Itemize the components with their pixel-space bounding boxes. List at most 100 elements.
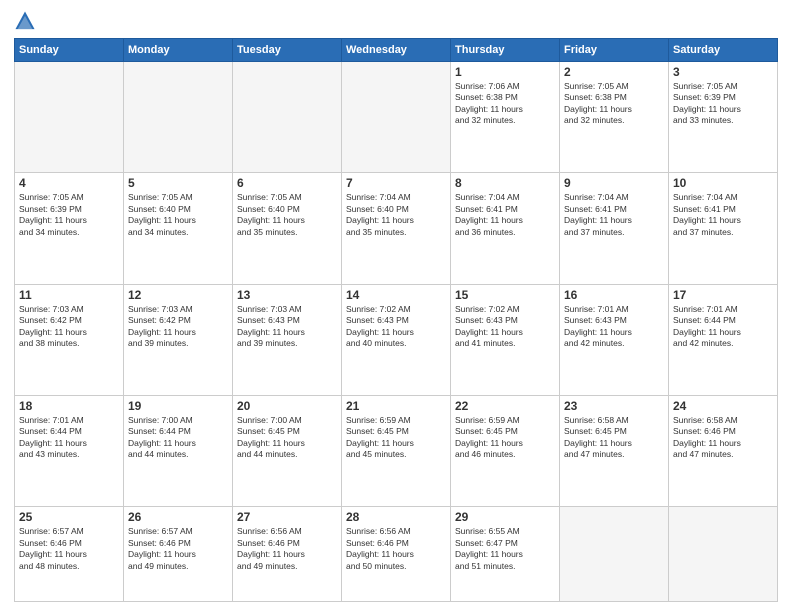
calendar-cell: 15Sunrise: 7:02 AM Sunset: 6:43 PM Dayli… [451,284,560,395]
cell-date: 8 [455,176,555,190]
calendar-cell: 19 Sunrise: 7:00 AM Sunset: 6:44 PM Dayli… [124,395,233,506]
calendar-cell [124,62,233,173]
calendar-day-header: Wednesday [342,39,451,62]
calendar-cell: 12 Sunrise: 7:03 AM Sunset: 6:42 PM Dayli… [124,284,233,395]
logo [14,10,40,32]
calendar-day-header: Thursday [451,39,560,62]
cell-date: 26 [128,510,228,524]
cell-info: Sunrise: 7:01 AM Sunset: 6:44 PM Dayligh… [19,415,119,461]
cell-info: Sunrise: 7:05 AM Sunset: 6:39 PM Dayligh… [19,192,119,238]
calendar-cell: 9 Sunrise: 7:04 AM Sunset: 6:41 PM Daylig… [560,173,669,284]
cell-date: 9 [564,176,664,190]
calendar-week-row: 11 Sunrise: 7:03 AM Sunset: 6:42 PM Dayli… [15,284,778,395]
calendar-cell: 26 Sunrise: 6:57 AM Sunset: 6:46 PM Dayli… [124,507,233,602]
calendar-week-row: 18 Sunrise: 7:01 AM Sunset: 6:44 PM Dayli… [15,395,778,506]
calendar-week-row: 4 Sunrise: 7:05 AM Sunset: 6:39 PM Daylig… [15,173,778,284]
calendar-cell: 13Sunrise: 7:03 AM Sunset: 6:43 PM Dayli… [233,284,342,395]
cell-info: Sunrise: 7:04 AM Sunset: 6:41 PM Dayligh… [564,192,664,238]
cell-info: Sunrise: 6:58 AM Sunset: 6:46 PM Dayligh… [673,415,773,461]
cell-info: Sunrise: 7:00 AM Sunset: 6:44 PM Dayligh… [128,415,228,461]
cell-date: 1 [455,65,555,79]
calendar-table: SundayMondayTuesdayWednesdayThursdayFrid… [14,38,778,602]
cell-date: 6 [237,176,337,190]
calendar-cell: 28 Sunrise: 6:56 AM Sunset: 6:46 PM Dayli… [342,507,451,602]
cell-date: 27 [237,510,337,524]
calendar-cell: 8Sunrise: 7:04 AM Sunset: 6:41 PM Daylig… [451,173,560,284]
cell-date: 16 [564,288,664,302]
page: SundayMondayTuesdayWednesdayThursdayFrid… [0,0,792,612]
calendar-cell: 18 Sunrise: 7:01 AM Sunset: 6:44 PM Dayli… [15,395,124,506]
cell-date: 4 [19,176,119,190]
calendar-day-header: Sunday [15,39,124,62]
calendar-cell: 11 Sunrise: 7:03 AM Sunset: 6:42 PM Dayli… [15,284,124,395]
calendar-cell: 20 Sunrise: 7:00 AM Sunset: 6:45 PM Dayli… [233,395,342,506]
cell-info: Sunrise: 7:05 AM Sunset: 6:38 PM Dayligh… [564,81,664,127]
cell-date: 28 [346,510,446,524]
cell-date: 21 [346,399,446,413]
cell-info: Sunrise: 7:02 AM Sunset: 6:43 PM Dayligh… [455,304,555,350]
cell-info: Sunrise: 6:55 AM Sunset: 6:47 PM Dayligh… [455,526,555,572]
calendar-cell: 29 Sunrise: 6:55 AM Sunset: 6:47 PM Dayli… [451,507,560,602]
cell-info: Sunrise: 7:03 AM Sunset: 6:42 PM Dayligh… [128,304,228,350]
calendar-cell: 16Sunrise: 7:01 AM Sunset: 6:43 PM Dayli… [560,284,669,395]
calendar-cell: 27 Sunrise: 6:56 AM Sunset: 6:46 PM Dayli… [233,507,342,602]
cell-info: Sunrise: 7:02 AM Sunset: 6:43 PM Dayligh… [346,304,446,350]
calendar-cell: 17 Sunrise: 7:01 AM Sunset: 6:44 PM Dayli… [669,284,778,395]
cell-info: Sunrise: 6:56 AM Sunset: 6:46 PM Dayligh… [237,526,337,572]
calendar-cell: 14 Sunrise: 7:02 AM Sunset: 6:43 PM Dayli… [342,284,451,395]
calendar-cell: 2 Sunrise: 7:05 AM Sunset: 6:38 PM Daylig… [560,62,669,173]
cell-date: 7 [346,176,446,190]
calendar-cell [233,62,342,173]
cell-info: Sunrise: 7:05 AM Sunset: 6:40 PM Dayligh… [237,192,337,238]
cell-info: Sunrise: 7:05 AM Sunset: 6:40 PM Dayligh… [128,192,228,238]
cell-date: 12 [128,288,228,302]
calendar-cell [15,62,124,173]
calendar-week-row: 25 Sunrise: 6:57 AM Sunset: 6:46 PM Dayli… [15,507,778,602]
calendar-week-row: 1 Sunrise: 7:06 AM Sunset: 6:38 PM Daylig… [15,62,778,173]
calendar-cell: 3Sunrise: 7:05 AM Sunset: 6:39 PM Daylig… [669,62,778,173]
calendar-cell: 1 Sunrise: 7:06 AM Sunset: 6:38 PM Daylig… [451,62,560,173]
calendar-cell [342,62,451,173]
cell-date: 25 [19,510,119,524]
cell-date: 10 [673,176,773,190]
cell-info: Sunrise: 6:57 AM Sunset: 6:46 PM Dayligh… [19,526,119,572]
cell-info: Sunrise: 7:00 AM Sunset: 6:45 PM Dayligh… [237,415,337,461]
cell-info: Sunrise: 7:03 AM Sunset: 6:42 PM Dayligh… [19,304,119,350]
calendar-cell: 6 Sunrise: 7:05 AM Sunset: 6:40 PM Daylig… [233,173,342,284]
logo-icon [14,10,36,32]
cell-date: 11 [19,288,119,302]
cell-date: 19 [128,399,228,413]
calendar-header-row: SundayMondayTuesdayWednesdayThursdayFrid… [15,39,778,62]
calendar-day-header: Monday [124,39,233,62]
calendar-day-header: Friday [560,39,669,62]
calendar-cell: 5 Sunrise: 7:05 AM Sunset: 6:40 PM Daylig… [124,173,233,284]
calendar-day-header: Saturday [669,39,778,62]
cell-info: Sunrise: 7:05 AM Sunset: 6:39 PM Dayligh… [673,81,773,127]
cell-date: 23 [564,399,664,413]
cell-date: 2 [564,65,664,79]
calendar-cell: 24 Sunrise: 6:58 AM Sunset: 6:46 PM Dayli… [669,395,778,506]
cell-info: Sunrise: 7:04 AM Sunset: 6:41 PM Dayligh… [673,192,773,238]
calendar-cell: 23 Sunrise: 6:58 AM Sunset: 6:45 PM Dayli… [560,395,669,506]
cell-date: 5 [128,176,228,190]
calendar-cell: 7 Sunrise: 7:04 AM Sunset: 6:40 PM Daylig… [342,173,451,284]
calendar-cell: 25 Sunrise: 6:57 AM Sunset: 6:46 PM Dayli… [15,507,124,602]
cell-date: 29 [455,510,555,524]
calendar-cell: 4 Sunrise: 7:05 AM Sunset: 6:39 PM Daylig… [15,173,124,284]
cell-info: Sunrise: 6:57 AM Sunset: 6:46 PM Dayligh… [128,526,228,572]
cell-info: Sunrise: 7:06 AM Sunset: 6:38 PM Dayligh… [455,81,555,127]
cell-date: 14 [346,288,446,302]
cell-info: Sunrise: 6:59 AM Sunset: 6:45 PM Dayligh… [346,415,446,461]
cell-info: Sunrise: 6:56 AM Sunset: 6:46 PM Dayligh… [346,526,446,572]
header [14,10,778,32]
calendar-cell [560,507,669,602]
cell-date: 20 [237,399,337,413]
calendar-cell: 21 Sunrise: 6:59 AM Sunset: 6:45 PM Dayli… [342,395,451,506]
cell-date: 24 [673,399,773,413]
cell-info: Sunrise: 7:01 AM Sunset: 6:44 PM Dayligh… [673,304,773,350]
cell-info: Sunrise: 7:04 AM Sunset: 6:40 PM Dayligh… [346,192,446,238]
cell-info: Sunrise: 6:58 AM Sunset: 6:45 PM Dayligh… [564,415,664,461]
cell-date: 17 [673,288,773,302]
calendar-cell: 10 Sunrise: 7:04 AM Sunset: 6:41 PM Dayli… [669,173,778,284]
cell-date: 18 [19,399,119,413]
